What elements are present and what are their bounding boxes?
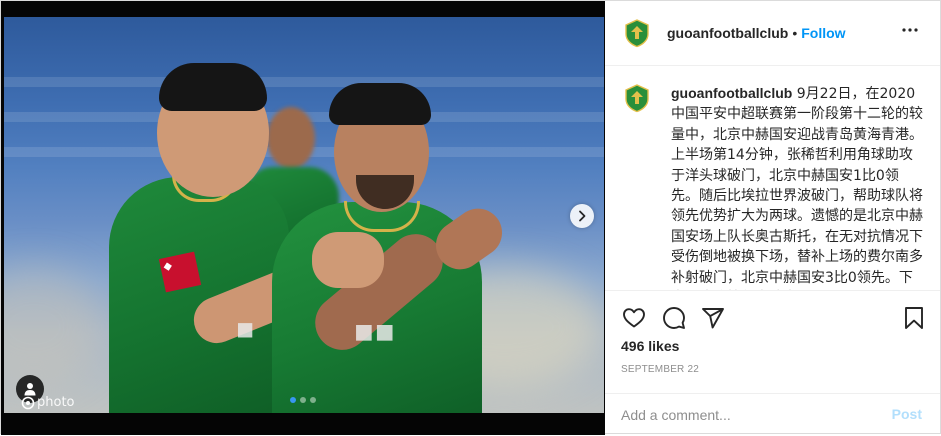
comment-button[interactable] — [660, 304, 688, 332]
share-icon — [702, 308, 724, 329]
post-media: ◆ ◼ ◼◼ photo — [1, 1, 605, 435]
follow-button[interactable]: Follow — [801, 25, 845, 41]
sponsor-logo: ◼ — [236, 317, 256, 342]
right-player-hair — [329, 83, 431, 125]
instagram-post: ◆ ◼ ◼◼ photo guoanfootballclub • Follow … — [0, 0, 941, 435]
post-photo[interactable]: ◆ ◼ ◼◼ — [4, 17, 604, 413]
caption-text: guoanfootballclub 9月22日，在2020中国平安中超联赛第一阶… — [671, 83, 925, 290]
caption-section: guoanfootballclub 9月22日，在2020中国平安中超联赛第一阶… — [605, 66, 940, 290]
club-logo-icon — [625, 84, 649, 113]
share-button[interactable] — [699, 304, 727, 332]
club-logo-icon — [625, 19, 649, 48]
chevron-right-icon — [579, 210, 586, 222]
comment-input[interactable] — [621, 405, 881, 425]
post-actions: 496 likes SEPTEMBER 22 — [605, 290, 940, 381]
post-side-panel: guoanfootballclub • Follow guoanfootball… — [605, 1, 941, 435]
comment-bar: Post — [605, 393, 940, 436]
post-date[interactable]: SEPTEMBER 22 — [621, 364, 699, 375]
sponsor-logo: ◼◼ — [354, 317, 396, 345]
background-glare — [4, 267, 104, 387]
caption-avatar[interactable] — [621, 82, 653, 114]
post-author-username[interactable]: guoanfootballclub — [667, 25, 788, 41]
header-separator: • — [792, 25, 798, 41]
left-player-hair — [159, 63, 267, 111]
watermark-icon — [21, 396, 35, 409]
photo-watermark: photo — [21, 395, 75, 410]
person-icon — [24, 383, 36, 396]
carousel-indicator — [290, 397, 316, 403]
likes-count[interactable]: 496 likes — [621, 338, 679, 354]
carousel-next-button[interactable] — [570, 204, 594, 228]
sleeve-badge-mark: ◆ — [162, 258, 174, 274]
stadium-row — [4, 77, 604, 87]
post-header: guoanfootballclub • Follow — [605, 1, 940, 66]
avatar[interactable] — [621, 17, 653, 49]
more-options-button[interactable] — [898, 18, 922, 42]
left-player-hand — [312, 232, 384, 288]
save-button[interactable] — [900, 304, 928, 332]
more-horizontal-icon — [902, 28, 918, 32]
comment-icon — [663, 307, 685, 329]
bookmark-icon — [905, 307, 923, 329]
background-player-head — [267, 107, 315, 169]
caption-username[interactable]: guoanfootballclub — [671, 85, 792, 101]
carousel-dot-3 — [310, 397, 316, 403]
carousel-dot-1 — [290, 397, 296, 403]
carousel-dot-2 — [300, 397, 306, 403]
post-comment-button[interactable]: Post — [892, 406, 922, 422]
like-button[interactable] — [620, 304, 648, 332]
heart-icon — [623, 308, 645, 328]
watermark-text: photo — [37, 395, 75, 410]
caption-body: 9月22日，在2020中国平安中超联赛第一阶段第十二轮的较量中，北京中赫国安迎战… — [671, 86, 923, 286]
